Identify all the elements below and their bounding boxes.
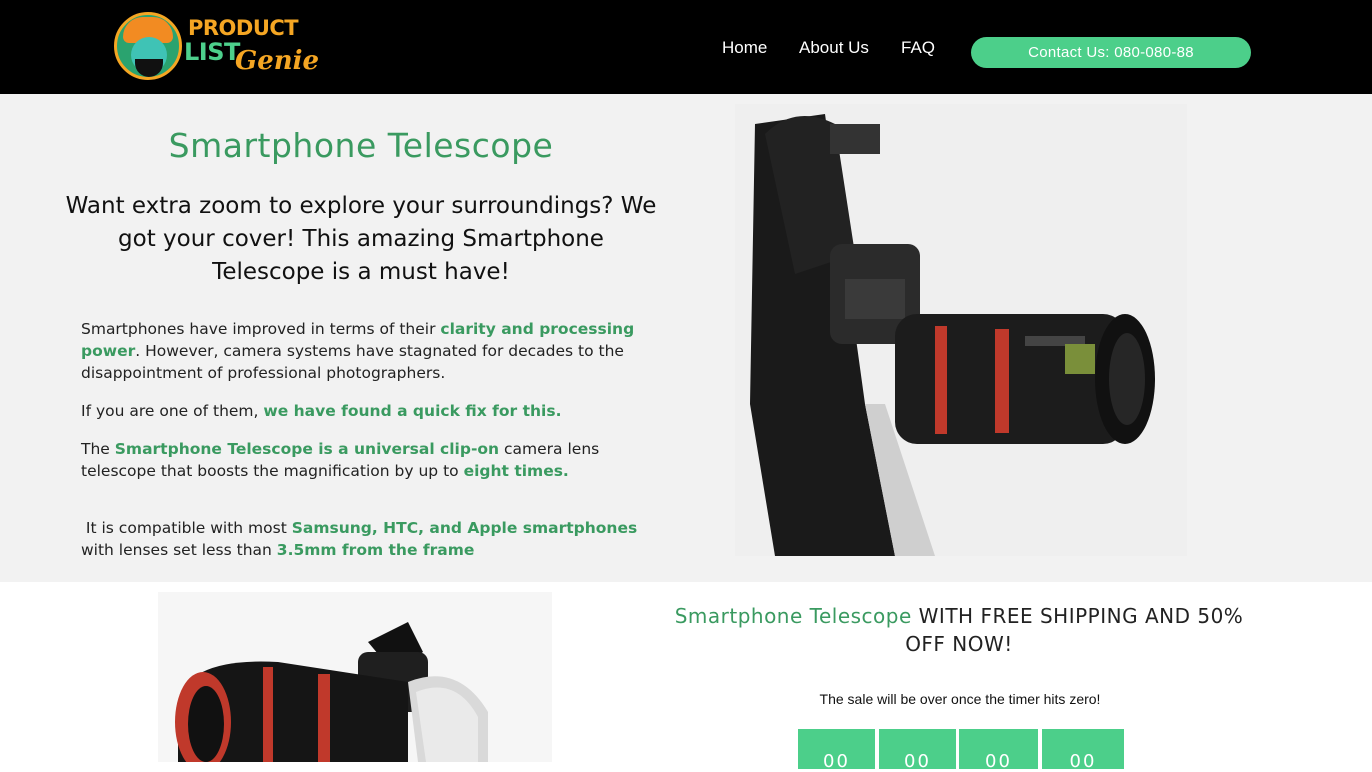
contact-us-button[interactable]: Contact Us: 080-080-88 [971,37,1251,68]
sale-timer-note: The sale will be over once the timer hit… [819,691,1101,707]
countdown-days-box: 00 [798,729,875,772]
compatibility-paragraph: It is compatible with most Samsung, HTC,… [81,519,638,559]
highlight-text: we have found a quick fix for this. [263,402,562,420]
highlight-text: 3.5mm from the frame [276,541,475,559]
site-header: PRODUCT LIST Genie Home About Us FAQ Con… [0,0,1372,94]
offer-product-name: Smartphone Telescope [674,604,912,628]
highlight-text: Smartphone Telescope is a universal clip… [114,440,500,458]
telescope-phone-image [735,104,1187,556]
hero-subtitle: Want extra zoom to explore your surround… [65,193,657,285]
hero-section: Smartphone Telescope Want extra zoom to … [0,94,1372,582]
nav-about-us-link[interactable]: About Us [799,38,869,58]
intro-paragraph: Smartphones have improved in terms of th… [81,320,635,382]
genie-mascot-icon [114,12,182,80]
fix-paragraph: If you are one of them, we have found a … [81,402,562,420]
product-description-paragraph: The Smartphone Telescope is a universal … [81,440,600,480]
countdown-minutes-box: 00 [959,729,1038,772]
countdown-seconds-box: 00 [1042,729,1124,772]
nav-home-link[interactable]: Home [722,38,767,58]
countdown-hours-box: 00 [879,729,956,772]
logo-text-product: PRODUCT [188,16,299,40]
logo-text-list: LIST [184,38,240,66]
offer-headline: Smartphone Telescope WITH FREE SHIPPING … [674,604,1244,656]
logo-text-genie: Genie [235,46,320,76]
product-list-genie-logo[interactable]: PRODUCT LIST Genie [114,12,319,80]
page-title: Smartphone Telescope [168,126,554,165]
telescope-side-image [158,592,552,762]
highlight-text: eight times. [463,462,569,480]
highlight-text: Samsung, HTC, and Apple smartphones [291,519,638,537]
offer-section: Smartphone Telescope WITH FREE SHIPPING … [0,582,1372,772]
nav-faq-link[interactable]: FAQ [901,38,935,58]
